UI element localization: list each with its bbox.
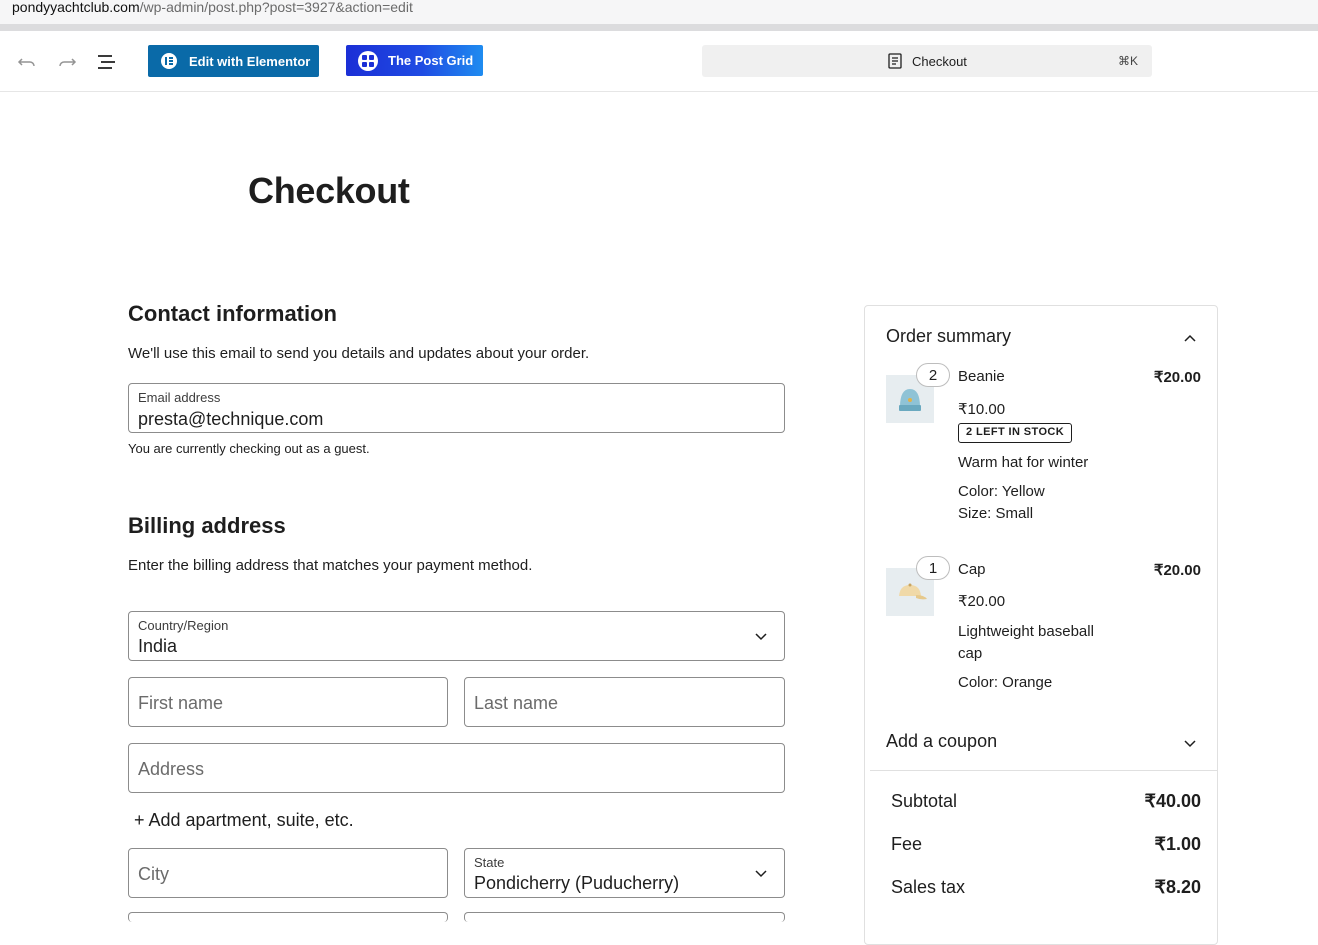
item-attribute: Color: Orange (958, 674, 1053, 691)
billing-description: Enter the billing address that matches y… (128, 557, 533, 574)
last-name-placeholder: Last name (474, 693, 559, 713)
command-bar-title: Checkout (912, 54, 967, 69)
chevron-up-icon[interactable] (1183, 332, 1197, 346)
sales-tax-value: ₹8.20 (1154, 877, 1202, 897)
address-field[interactable]: Address (128, 743, 785, 793)
item-description: Lightweight baseball (958, 623, 1094, 640)
contact-description: We'll use this email to send you details… (128, 345, 590, 362)
subtotal-label: Subtotal (891, 791, 958, 811)
contact-heading: Contact information (128, 301, 337, 326)
state-select[interactable]: State Pondicherry (Puducherry) (464, 848, 785, 898)
item-name: Cap (958, 561, 986, 578)
item-unit-price: ₹10.00 (958, 401, 1006, 418)
elementor-icon (161, 53, 177, 69)
command-palette-bar[interactable]: Checkout ⌘K (702, 45, 1152, 77)
sales-tax-label: Sales tax (891, 877, 966, 897)
chevron-down-icon[interactable] (1183, 736, 1197, 750)
first-name-placeholder: First name (138, 693, 224, 713)
url-domain: pondyyachtclub.com (12, 0, 140, 15)
fee-label: Fee (891, 834, 923, 854)
post-grid-icon (358, 50, 378, 71)
billing-heading: Billing address (128, 513, 286, 538)
order-summary-title[interactable]: Order summary (886, 326, 1011, 347)
next-field-partial[interactable] (128, 912, 448, 922)
stock-badge: 2 LEFT IN STOCK (958, 423, 1073, 443)
state-value: Pondicherry (Puducherry) (474, 873, 680, 893)
subtotal-row: Subtotal ₹40.00 (891, 791, 1201, 812)
city-placeholder: City (138, 864, 169, 884)
browser-address-bar[interactable]: pondyyachtclub.com/wp-admin/post.php?pos… (0, 0, 1318, 31)
document-icon (888, 53, 902, 69)
chevron-down-icon (754, 866, 768, 880)
post-grid-button-label: The Post Grid (388, 53, 474, 68)
item-total: ₹20.00 (1153, 562, 1201, 579)
add-apartment-link[interactable]: + Add apartment, suite, etc. (134, 810, 354, 831)
chevron-down-icon (754, 629, 768, 643)
first-name-field[interactable]: First name (128, 677, 448, 727)
sales-tax-row: Sales tax ₹8.20 (891, 877, 1201, 898)
fee-value: ₹1.00 (1154, 834, 1202, 854)
item-quantity-badge: 2 (916, 363, 950, 387)
edit-with-elementor-button[interactable]: Edit with Elementor (148, 45, 319, 77)
command-shortcut: ⌘K (1117, 54, 1138, 68)
document-overview-icon[interactable] (96, 51, 118, 73)
next-field-partial[interactable] (464, 912, 785, 922)
item-total: ₹20.00 (1153, 369, 1201, 386)
post-grid-button[interactable]: The Post Grid (346, 45, 483, 76)
address-placeholder: Address (138, 759, 205, 779)
item-unit-price: ₹20.00 (958, 593, 1006, 610)
item-description: cap (958, 645, 983, 662)
summary-divider (870, 770, 1217, 771)
item-description: Warm hat for winter (958, 454, 1089, 471)
undo-icon[interactable] (16, 51, 38, 73)
order-summary-panel: Order summary 2 Beanie ₹20.00 ₹10.00 2 L… (864, 305, 1218, 945)
item-attribute: Color: Yellow (958, 483, 1045, 500)
redo-icon[interactable] (56, 51, 78, 73)
email-label: Email address (138, 390, 221, 405)
page-title[interactable]: Checkout (248, 170, 410, 212)
fee-row: Fee ₹1.00 (891, 834, 1201, 855)
country-label: Country/Region (138, 618, 229, 633)
editor-toolbar: Edit with Elementor The Post Grid Checko… (0, 31, 1318, 92)
email-field[interactable]: Email address presta@technique.com (128, 383, 785, 433)
url-text[interactable]: pondyyachtclub.com/wp-admin/post.php?pos… (12, 0, 413, 15)
add-coupon-toggle[interactable]: Add a coupon (886, 731, 997, 752)
last-name-field[interactable]: Last name (464, 677, 785, 727)
country-select[interactable]: Country/Region India (128, 611, 785, 661)
subtotal-value: ₹40.00 (1144, 791, 1202, 811)
country-value: India (138, 636, 178, 656)
state-label: State (474, 855, 505, 870)
elementor-button-label: Edit with Elementor (189, 53, 311, 69)
email-value: presta@technique.com (138, 409, 324, 429)
city-field[interactable]: City (128, 848, 448, 898)
item-name: Beanie (958, 368, 1005, 385)
guest-note: You are currently checking out as a gues… (128, 441, 370, 456)
url-path: /wp-admin/post.php?post=3927&action=edit (139, 0, 413, 15)
item-attribute: Size: Small (958, 505, 1034, 522)
item-quantity-badge: 1 (916, 556, 950, 580)
